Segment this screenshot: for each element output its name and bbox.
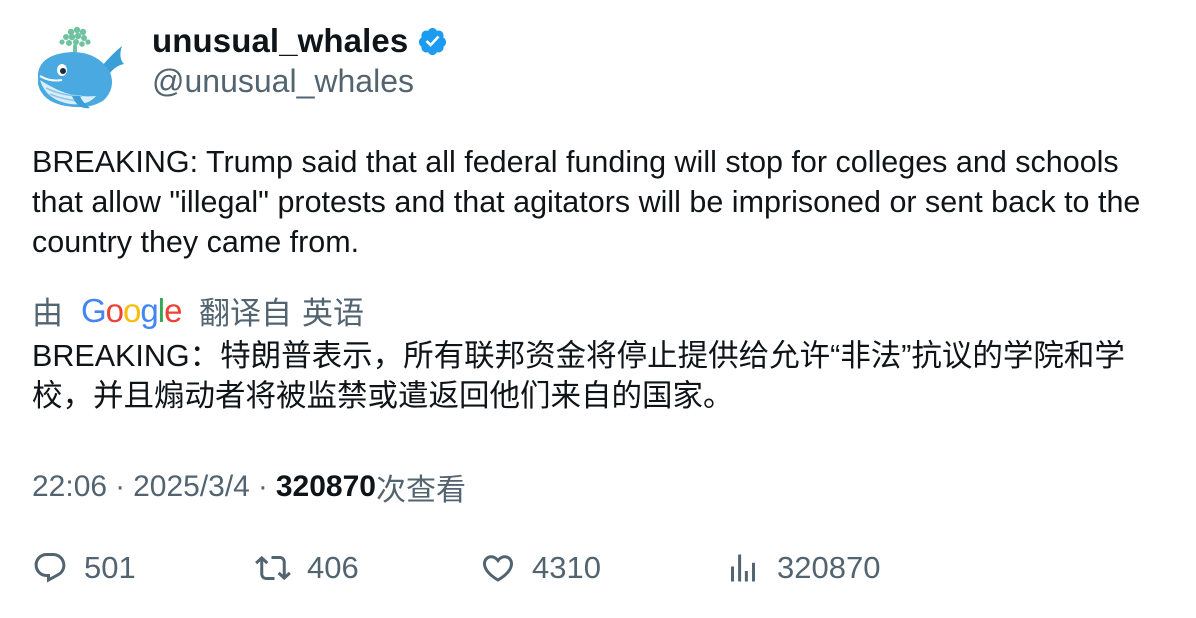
views-count: 320870 [275, 470, 376, 503]
tweet-action-bar: 501 406 4310 320870 [32, 550, 1172, 594]
retweet-icon [255, 555, 291, 581]
tweet-time[interactable]: 22:06 [32, 470, 107, 504]
meta-separator: · [257, 470, 268, 503]
tweet-meta: 22:06 · 2025/3/4 · 320870 次查看 [32, 465, 466, 509]
translated-text: BREAKING：特朗普表示，所有联邦资金将停止提供给允许“非法”抗议的学院和学… [32, 339, 1125, 413]
reply-icon [34, 553, 66, 583]
translated-from-label: 翻译自 [199, 296, 292, 331]
views-button[interactable]: 320870 [725, 550, 880, 586]
tweet-date[interactable]: 2025/3/4 [133, 470, 250, 504]
tweet-text: BREAKING: Trump said that all federal fu… [32, 145, 1141, 259]
author-display-name[interactable]: unusual_whales [152, 22, 408, 60]
analytics-icon [731, 554, 755, 582]
like-count: 4310 [532, 550, 601, 585]
reply-count: 501 [84, 550, 136, 585]
translated-by-label: 由 [32, 296, 63, 331]
heart-icon [482, 555, 514, 582]
reply-button[interactable]: 501 [32, 550, 136, 586]
author-name-row[interactable]: unusual_whales [152, 22, 448, 60]
google-logo: Google [81, 292, 181, 329]
verified-badge-icon [417, 26, 448, 57]
author-handle[interactable]: @unusual_whales [152, 63, 414, 100]
views-action-count: 320870 [777, 550, 881, 585]
svg-text:Google: Google [81, 292, 181, 329]
like-button[interactable]: 4310 [480, 550, 601, 586]
translation-attribution[interactable]: 由 Google 翻译自 英语 [32, 288, 364, 333]
retweet-button[interactable]: 406 [255, 550, 359, 586]
source-language: 英语 [302, 296, 364, 331]
views-label: 次查看 [375, 474, 466, 507]
author-avatar[interactable] [32, 26, 128, 112]
retweet-count: 406 [307, 550, 359, 585]
whale-avatar-icon [38, 26, 124, 109]
meta-separator: · [115, 470, 126, 503]
